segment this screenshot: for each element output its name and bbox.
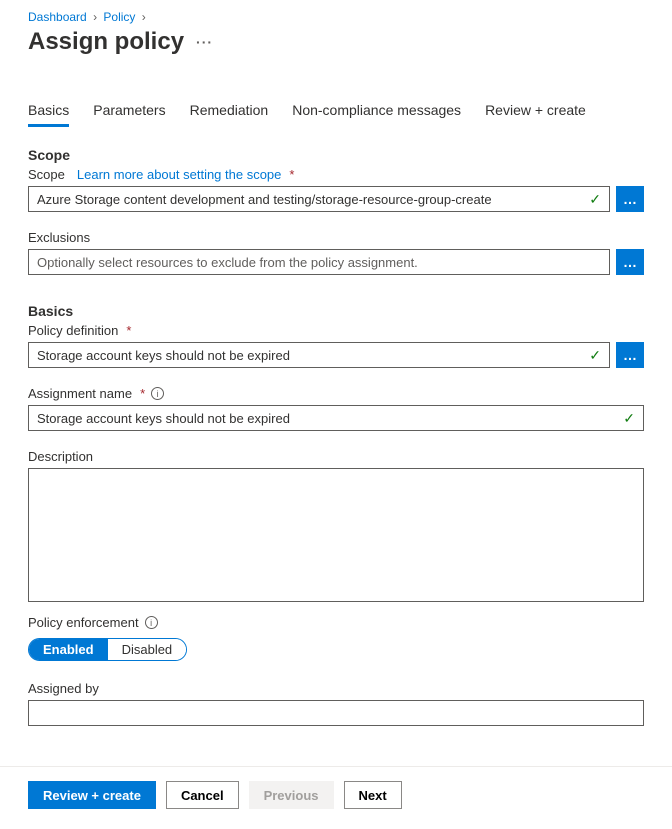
exclusions-picker-button[interactable]: … xyxy=(616,249,644,275)
policy-definition-input[interactable]: Storage account keys should not be expir… xyxy=(28,342,610,368)
tab-basics[interactable]: Basics xyxy=(28,96,69,127)
policy-definition-value: Storage account keys should not be expir… xyxy=(37,348,290,363)
assignment-name-input[interactable]: Storage account keys should not be expir… xyxy=(28,405,644,431)
scope-learn-link[interactable]: Learn more about setting the scope xyxy=(77,167,282,182)
policy-definition-label: Policy definition xyxy=(28,323,118,338)
chevron-right-icon: › xyxy=(93,10,97,24)
assigned-by-label: Assigned by xyxy=(28,681,99,696)
tab-remediation[interactable]: Remediation xyxy=(190,96,269,127)
description-label: Description xyxy=(28,449,93,464)
breadcrumb: Dashboard › Policy › xyxy=(28,0,644,28)
required-icon: * xyxy=(126,323,131,338)
tab-bar: Basics Parameters Remediation Non-compli… xyxy=(28,96,644,127)
next-button[interactable]: Next xyxy=(344,781,402,809)
enforcement-toggle[interactable]: Enabled Disabled xyxy=(28,638,187,661)
basics-heading: Basics xyxy=(28,303,644,319)
tab-noncompliance[interactable]: Non-compliance messages xyxy=(292,96,461,127)
page-title: Assign policy xyxy=(28,28,184,56)
more-actions-icon[interactable]: ··· xyxy=(196,34,213,50)
info-icon[interactable]: i xyxy=(151,387,164,400)
assigned-by-input[interactable] xyxy=(28,700,644,726)
enforcement-enabled[interactable]: Enabled xyxy=(29,639,108,660)
tab-parameters[interactable]: Parameters xyxy=(93,96,165,127)
review-create-button[interactable]: Review + create xyxy=(28,781,156,809)
check-icon: ✓ xyxy=(623,410,635,427)
scope-label: Scope xyxy=(28,167,65,182)
assignment-name-value: Storage account keys should not be expir… xyxy=(37,411,290,426)
assignment-name-label: Assignment name xyxy=(28,386,132,401)
exclusions-label: Exclusions xyxy=(28,230,90,245)
enforcement-disabled[interactable]: Disabled xyxy=(108,639,187,660)
scope-value: Azure Storage content development and te… xyxy=(37,192,492,207)
previous-button: Previous xyxy=(249,781,334,809)
exclusions-input[interactable]: Optionally select resources to exclude f… xyxy=(28,249,610,275)
breadcrumb-policy[interactable]: Policy xyxy=(103,10,135,24)
policy-enforcement-label: Policy enforcement xyxy=(28,615,139,630)
scope-picker-button[interactable]: … xyxy=(616,186,644,212)
description-textarea[interactable] xyxy=(28,468,644,602)
chevron-right-icon: › xyxy=(142,10,146,24)
check-icon: ✓ xyxy=(589,191,601,208)
policy-definition-picker-button[interactable]: … xyxy=(616,342,644,368)
required-icon: * xyxy=(140,386,145,401)
exclusions-placeholder: Optionally select resources to exclude f… xyxy=(37,255,418,270)
breadcrumb-dashboard[interactable]: Dashboard xyxy=(28,10,87,24)
scope-input[interactable]: Azure Storage content development and te… xyxy=(28,186,610,212)
tab-review[interactable]: Review + create xyxy=(485,96,586,127)
check-icon: ✓ xyxy=(589,347,601,364)
info-icon[interactable]: i xyxy=(145,616,158,629)
footer-bar: Review + create Cancel Previous Next xyxy=(0,766,672,823)
required-icon: * xyxy=(289,167,294,182)
cancel-button[interactable]: Cancel xyxy=(166,781,239,809)
scope-heading: Scope xyxy=(28,147,644,163)
